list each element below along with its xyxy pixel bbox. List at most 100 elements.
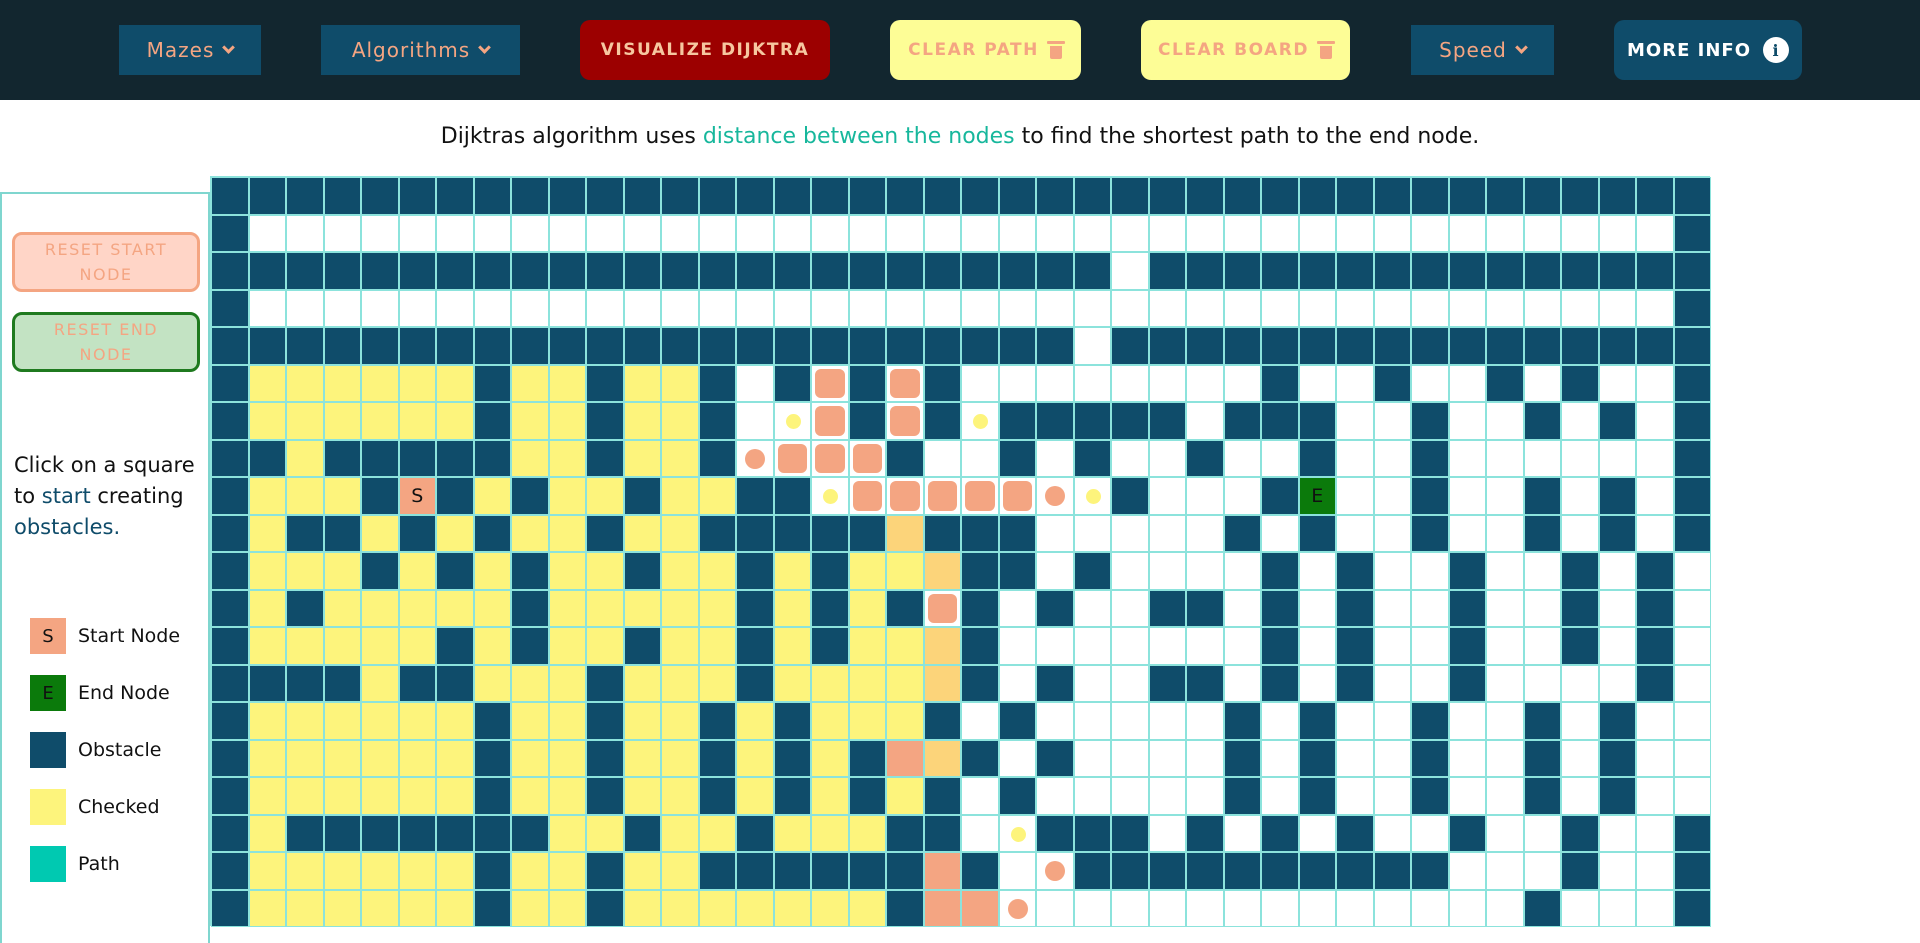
grid-cell[interactable] — [1636, 514, 1674, 552]
grid-cell[interactable] — [1186, 364, 1224, 402]
grid-cell[interactable] — [923, 214, 961, 252]
grid-cell[interactable] — [398, 627, 436, 665]
grid-cell[interactable] — [361, 589, 399, 627]
end-node[interactable]: E — [1298, 477, 1336, 515]
grid-cell[interactable] — [1411, 627, 1449, 665]
grid-cell[interactable] — [211, 702, 249, 740]
grid-cell[interactable] — [773, 739, 811, 777]
grid-cell[interactable] — [1561, 177, 1599, 215]
grid-cell[interactable] — [1223, 664, 1261, 702]
grid-cell[interactable] — [961, 402, 999, 440]
grid-cell[interactable] — [1598, 439, 1636, 477]
grid-cell[interactable] — [1561, 589, 1599, 627]
grid-cell[interactable] — [1148, 814, 1186, 852]
grid-cell[interactable] — [811, 552, 849, 590]
grid-cell[interactable] — [1073, 739, 1111, 777]
grid-cell[interactable] — [886, 702, 924, 740]
grid-cell[interactable] — [1148, 627, 1186, 665]
grid-cell[interactable] — [811, 477, 849, 515]
grid-cell[interactable] — [623, 814, 661, 852]
grid-cell[interactable] — [1336, 402, 1374, 440]
grid-cell[interactable] — [923, 364, 961, 402]
grid-cell[interactable] — [1148, 402, 1186, 440]
grid-cell[interactable] — [848, 664, 886, 702]
grid-cell[interactable] — [698, 214, 736, 252]
grid-cell[interactable] — [211, 252, 249, 290]
grid-cell[interactable] — [548, 589, 586, 627]
grid-cell[interactable] — [736, 252, 774, 290]
grid-cell[interactable] — [1636, 852, 1674, 890]
grid-cell[interactable] — [1298, 327, 1336, 365]
grid-cell[interactable] — [1148, 552, 1186, 590]
grid-cell[interactable] — [1523, 364, 1561, 402]
grid-cell[interactable] — [1673, 214, 1711, 252]
grid-cell[interactable] — [361, 739, 399, 777]
grid-cell[interactable] — [1411, 214, 1449, 252]
grid-cell[interactable] — [1036, 252, 1074, 290]
grid-cell[interactable] — [698, 439, 736, 477]
grid-cell[interactable] — [1036, 702, 1074, 740]
grid-cell[interactable] — [961, 777, 999, 815]
grid-cell[interactable] — [773, 402, 811, 440]
grid-cell[interactable] — [1186, 739, 1224, 777]
grid-cell[interactable] — [811, 589, 849, 627]
more-info-button[interactable]: MORE INFO i — [1614, 20, 1802, 80]
grid-cell[interactable] — [1598, 664, 1636, 702]
grid-cell[interactable] — [436, 514, 474, 552]
grid-cell[interactable] — [773, 589, 811, 627]
grid-cell[interactable] — [1373, 214, 1411, 252]
grid-cell[interactable] — [1448, 552, 1486, 590]
grid-cell[interactable] — [436, 777, 474, 815]
grid-cell[interactable] — [548, 214, 586, 252]
grid-cell[interactable] — [923, 852, 961, 890]
grid-cell[interactable] — [1523, 289, 1561, 327]
grid-cell[interactable] — [736, 814, 774, 852]
grid-cell[interactable] — [1486, 477, 1524, 515]
grid-cell[interactable] — [998, 627, 1036, 665]
grid-cell[interactable] — [923, 627, 961, 665]
grid-cell[interactable] — [698, 852, 736, 890]
grid-cell[interactable] — [286, 177, 324, 215]
grid-cell[interactable] — [773, 364, 811, 402]
grid-cell[interactable] — [1261, 589, 1299, 627]
grid-cell[interactable] — [886, 327, 924, 365]
grid-cell[interactable] — [398, 852, 436, 890]
grid-cell[interactable] — [1186, 814, 1224, 852]
grid-cell[interactable] — [998, 327, 1036, 365]
grid-cell[interactable] — [473, 514, 511, 552]
grid-cell[interactable] — [398, 889, 436, 927]
grid-cell[interactable] — [1561, 364, 1599, 402]
grid-cell[interactable] — [548, 664, 586, 702]
grid-cell[interactable] — [323, 814, 361, 852]
grid-cell[interactable] — [1036, 777, 1074, 815]
grid-cell[interactable] — [398, 177, 436, 215]
grid-cell[interactable] — [923, 589, 961, 627]
grid-cell[interactable] — [1673, 289, 1711, 327]
grid-cell[interactable] — [1486, 852, 1524, 890]
grid-cell[interactable] — [1448, 477, 1486, 515]
grid-cell[interactable] — [473, 664, 511, 702]
grid-cell[interactable] — [1186, 439, 1224, 477]
grid-cell[interactable] — [1561, 814, 1599, 852]
grid-cell[interactable] — [511, 814, 549, 852]
grid-cell[interactable] — [548, 852, 586, 890]
grid-cell[interactable] — [586, 364, 624, 402]
grid-cell[interactable] — [811, 402, 849, 440]
grid-cell[interactable] — [248, 664, 286, 702]
grid-cell[interactable] — [1298, 852, 1336, 890]
grid-cell[interactable] — [1486, 177, 1524, 215]
grid-cell[interactable] — [923, 814, 961, 852]
grid-cell[interactable] — [586, 814, 624, 852]
grid-cell[interactable] — [811, 702, 849, 740]
grid-cell[interactable] — [961, 814, 999, 852]
grid-cell[interactable] — [286, 214, 324, 252]
grid-cell[interactable] — [811, 514, 849, 552]
grid-cell[interactable] — [1336, 889, 1374, 927]
grid-cell[interactable] — [1561, 289, 1599, 327]
grid-cell[interactable] — [961, 702, 999, 740]
grid-cell[interactable] — [998, 514, 1036, 552]
grid-cell[interactable] — [1448, 514, 1486, 552]
grid-cell[interactable] — [473, 402, 511, 440]
grid-cell[interactable] — [773, 289, 811, 327]
grid-cell[interactable] — [661, 402, 699, 440]
